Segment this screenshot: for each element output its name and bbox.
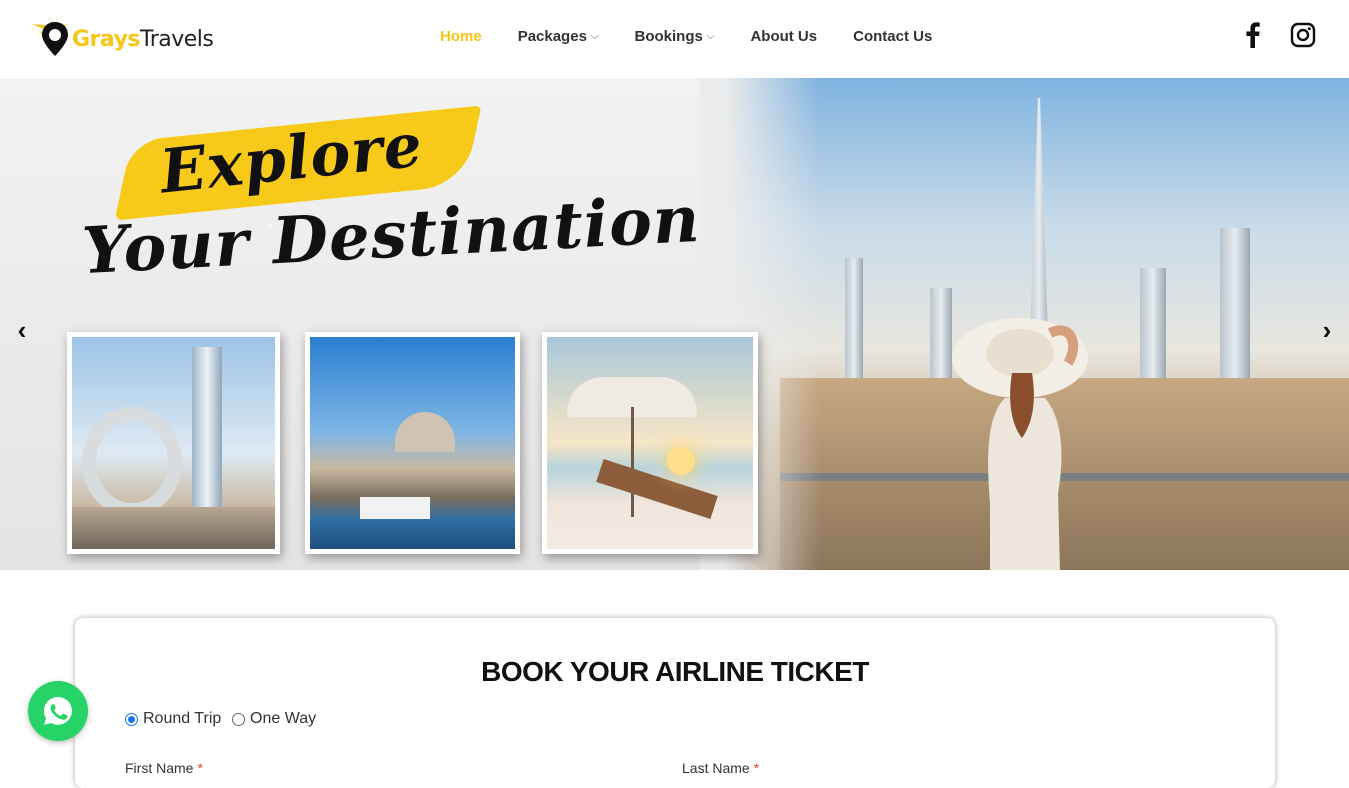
nav-home[interactable]: Home <box>440 28 482 45</box>
site-header: GraysTravels Home Packages ⌵ Bookings ⌵ Ab… <box>0 0 1349 78</box>
logo-text: GraysTravels <box>72 26 214 52</box>
instagram-icon[interactable] <box>1288 20 1318 50</box>
chevron-down-icon: ⌵ <box>706 31 715 42</box>
slider-next-arrow[interactable]: › <box>1317 315 1337 345</box>
last-name-label: Last Name * <box>682 760 760 776</box>
slider-prev-arrow[interactable]: ‹ <box>12 315 32 345</box>
chevron-down-icon: ⌵ <box>590 31 599 42</box>
nav-packages[interactable]: Packages ⌵ <box>518 28 599 45</box>
destination-card-istanbul[interactable] <box>305 332 520 554</box>
woman-in-hat-figure <box>952 318 1088 570</box>
airline-booking-form: BOOK YOUR AIRLINE TICKET Round Trip One … <box>75 618 1275 788</box>
hero-dubai-photo <box>700 78 1349 570</box>
logo-pin-plane-icon <box>30 18 80 60</box>
whatsapp-icon <box>44 697 72 725</box>
hero-slider: Explore Your Destination ‹ › <box>0 78 1349 570</box>
facebook-icon[interactable] <box>1238 20 1268 50</box>
main-nav: Home Packages ⌵ Bookings ⌵ About Us Contac… <box>440 28 968 45</box>
destination-card-beach[interactable] <box>542 332 758 554</box>
one-way-option[interactable]: One Way <box>232 710 316 728</box>
nav-contact-us[interactable]: Contact Us <box>853 28 932 45</box>
nav-bookings[interactable]: Bookings ⌵ <box>635 28 715 45</box>
nav-about-us[interactable]: About Us <box>750 28 817 45</box>
round-trip-radio[interactable] <box>125 712 138 726</box>
round-trip-option[interactable]: Round Trip <box>125 710 221 728</box>
first-name-label: First Name * <box>125 760 203 776</box>
site-logo[interactable]: GraysTravels <box>30 18 214 60</box>
whatsapp-chat-button[interactable] <box>28 681 88 741</box>
destination-card-dubai[interactable] <box>67 332 280 554</box>
one-way-radio[interactable] <box>232 712 245 726</box>
booking-title: BOOK YOUR AIRLINE TICKET <box>481 656 869 687</box>
